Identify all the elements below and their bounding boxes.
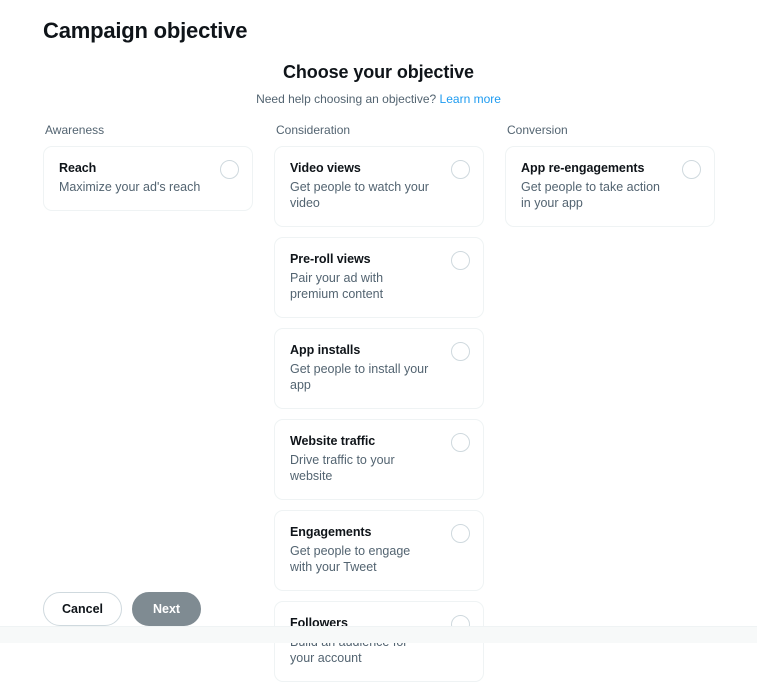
campaign-objective-page: Campaign objective Choose your objective… <box>0 0 757 682</box>
objective-card-title: App installs <box>290 343 361 357</box>
page-title: Campaign objective <box>43 18 248 43</box>
objective-card-title: App re-engagements <box>521 161 645 175</box>
objective-radio-button[interactable] <box>451 342 470 361</box>
objective-card[interactable]: App installs Get people to install your a… <box>274 328 484 409</box>
objective-column: Conversion App re-engagements Get people t… <box>505 122 715 237</box>
objective-card[interactable]: App re-engagements Get people to take act… <box>505 146 715 227</box>
objective-column-header: Conversion <box>507 123 568 137</box>
objective-card-description: Get people to watch your video <box>290 180 429 210</box>
objective-card-description: Pair your ad with premium content <box>290 271 384 301</box>
cancel-button[interactable]: Cancel <box>43 592 122 626</box>
form-actions: Cancel Next <box>43 592 202 626</box>
objective-card-description: Get people to engage with your Tweet <box>290 544 411 574</box>
objective-heading-title: Choose your objective <box>283 62 474 82</box>
objective-radio-button[interactable] <box>451 433 470 452</box>
footer-bar <box>0 626 757 643</box>
objective-radio-button[interactable] <box>220 160 239 179</box>
objective-card[interactable]: Reach Maximize your ad's reach <box>43 146 253 211</box>
objective-radio-button[interactable] <box>451 524 470 543</box>
objective-card-description: Get people to take action in your app <box>521 180 660 210</box>
objective-column-header: Awareness <box>45 123 105 137</box>
objective-card-title: Pre-roll views <box>290 252 371 266</box>
objective-card-title: Reach <box>59 161 97 175</box>
objective-card-description: Drive traffic to your website <box>290 453 395 483</box>
learn-more-link[interactable]: Learn more <box>440 92 501 106</box>
objective-help-label: Need help choosing an objective? <box>256 92 437 106</box>
objective-card-title: Video views <box>290 161 361 175</box>
objective-card-title: Website traffic <box>290 434 376 448</box>
objective-card[interactable]: Website traffic Drive traffic to your web… <box>274 419 484 500</box>
next-button[interactable]: Next <box>132 592 202 626</box>
objective-card[interactable]: Engagements Get people to engage with you… <box>274 510 484 591</box>
objective-radio-button[interactable] <box>451 160 470 179</box>
objective-card[interactable]: Pre-roll views Pair your ad with premium … <box>274 237 484 318</box>
objective-help-text: Need help choosing an objective? Learn m… <box>0 91 757 107</box>
objective-radio-button[interactable] <box>682 160 701 179</box>
objective-column-header: Consideration <box>276 123 351 137</box>
objective-card[interactable]: Video views Get people to watch your vide… <box>274 146 484 227</box>
objective-card-description: Maximize your ad's reach <box>59 180 201 194</box>
objective-card-title: Engagements <box>290 525 372 539</box>
objective-radio-button[interactable] <box>451 251 470 270</box>
objective-card-description: Get people to install your app <box>290 362 429 392</box>
objective-heading-block: Choose your objective Need help choosing… <box>0 60 757 107</box>
objective-column: Consideration Video views Get people to wa… <box>274 122 484 692</box>
objective-column: Awareness Reach Maximize your ad's reach <box>43 122 253 221</box>
